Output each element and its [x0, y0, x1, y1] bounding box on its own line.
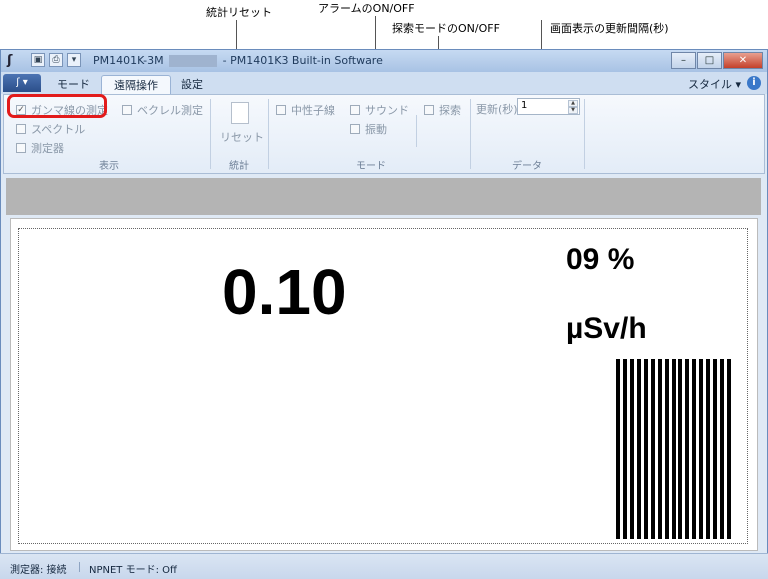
group-separator	[268, 99, 269, 169]
annotation-refresh-interval: 画面表示の更新間隔(秒)	[550, 22, 669, 35]
ribbon-tab-row: ʃ ▾ モード 遠隔操作 設定 スタイル ▾ i	[1, 72, 767, 94]
meter-checkbox[interactable]: 測定器	[16, 140, 64, 156]
tab-remote[interactable]: 遠隔操作	[101, 75, 171, 94]
meter-label: 測定器	[31, 142, 64, 155]
spin-down-icon[interactable]: ▼	[568, 107, 578, 114]
meter-bar	[658, 359, 662, 539]
meter-bar	[665, 359, 669, 539]
sound-checkbox[interactable]: サウンド	[350, 102, 409, 118]
meter-bar	[692, 359, 696, 539]
quick-access-toolbar: ▣ ⎙ ▾	[31, 53, 81, 67]
update-interval-spinner[interactable]: 1 ▲ ▼	[517, 98, 580, 115]
meter-bar	[637, 359, 641, 539]
reset-document-icon[interactable]	[231, 102, 249, 124]
annotation-search-mode: 探索モードのON/OFF	[392, 22, 500, 35]
percent-value: 09 %	[566, 243, 635, 276]
status-npnet: NPNET モード: Off	[89, 565, 177, 576]
vibration-check-box[interactable]	[350, 124, 360, 134]
window-controls: – □ ✕	[671, 52, 763, 69]
sound-check-box[interactable]	[350, 105, 360, 115]
spectrum-check-box[interactable]	[16, 124, 26, 134]
group-separator	[470, 99, 471, 169]
status-separator	[79, 562, 80, 572]
neutron-label: 中性子線	[291, 104, 335, 117]
reset-button[interactable]: リセット	[220, 129, 264, 145]
level-meter	[616, 359, 734, 539]
app-menu-button[interactable]: ʃ ▾	[3, 74, 41, 92]
meter-bar	[630, 359, 634, 539]
dose-rate-value: 0.10	[222, 256, 347, 328]
group-label-stats: 統計	[229, 161, 249, 172]
status-device: 測定器: 接続	[10, 565, 67, 576]
sound-label: サウンド	[365, 104, 409, 117]
meter-bar	[699, 359, 703, 539]
meter-bar	[644, 359, 648, 539]
tab-settings[interactable]: 設定	[169, 75, 215, 94]
search-checkbox[interactable]: 探索	[424, 102, 461, 118]
group-label-display: 表示	[99, 161, 119, 172]
group-separator	[584, 99, 585, 169]
becquerel-label: ベクレル測定	[137, 104, 203, 117]
spectrum-label: スペクトル	[31, 123, 86, 136]
vibration-label: 振動	[365, 123, 387, 136]
meter-bar	[713, 359, 717, 539]
redacted-serial	[169, 55, 218, 67]
style-menu[interactable]: スタイル ▾	[688, 76, 741, 92]
spectrum-checkbox[interactable]: スペクトル	[16, 121, 85, 137]
meter-bar	[678, 359, 682, 539]
spin-up-icon[interactable]: ▲	[568, 100, 578, 107]
window-title-app: - PM1401K3 Built-in Software	[222, 54, 383, 67]
meter-bar	[706, 359, 710, 539]
meter-bar	[623, 359, 627, 539]
group-separator	[416, 115, 417, 147]
window-title-device: PM1401K-3M	[93, 54, 164, 67]
meter-bar	[672, 359, 676, 539]
vibration-checkbox[interactable]: 振動	[350, 121, 387, 137]
group-label-mode: モード	[356, 161, 386, 172]
group-separator	[210, 99, 211, 169]
gamma-highlight-callout	[7, 94, 107, 118]
info-bar	[6, 178, 761, 215]
update-interval-label: 更新(秒)	[476, 103, 518, 116]
app-logo-icon: ʃ	[7, 53, 13, 68]
meter-bar	[720, 359, 724, 539]
meter-bar	[685, 359, 689, 539]
title-bar: ʃ ▣ ⎙ ▾ PM1401K-3M - PM1401K3 Built-in S…	[1, 50, 767, 72]
window-title: PM1401K-3M - PM1401K3 Built-in Software	[93, 54, 383, 67]
meter-check-box[interactable]	[16, 143, 26, 153]
maximize-button[interactable]: □	[697, 52, 722, 69]
neutron-checkbox[interactable]: 中性子線	[276, 102, 335, 118]
save-icon[interactable]: ▣	[31, 53, 45, 67]
neutron-check-box[interactable]	[276, 105, 286, 115]
search-label: 探索	[439, 104, 461, 117]
meter-bar	[616, 359, 620, 539]
annotation-stats-reset: 統計リセット	[206, 6, 272, 19]
qat-dropdown-icon[interactable]: ▾	[67, 53, 81, 67]
update-interval-value[interactable]: 1	[521, 100, 527, 111]
becquerel-check-box[interactable]	[122, 105, 132, 115]
minimize-button[interactable]: –	[671, 52, 696, 69]
close-button[interactable]: ✕	[723, 52, 763, 69]
meter-bar	[651, 359, 655, 539]
help-icon[interactable]: i	[747, 76, 761, 90]
annotation-alarm: アラームのON/OFF	[318, 2, 415, 15]
meter-bar	[727, 359, 731, 539]
search-check-box[interactable]	[424, 105, 434, 115]
dose-unit: µSv/h	[566, 312, 647, 345]
becquerel-checkbox[interactable]: ベクレル測定	[122, 102, 203, 118]
print-icon[interactable]: ⎙	[49, 53, 63, 67]
tab-mode[interactable]: モード	[45, 75, 102, 94]
group-label-data: データ	[512, 161, 542, 172]
status-bar: 測定器: 接続 NPNET モード: Off	[0, 553, 768, 579]
ribbon-panel: ✓ ガンマ線の測定 ベクレル測定 スペクトル 測定器 表示 リセット 統計 中性…	[3, 94, 765, 174]
